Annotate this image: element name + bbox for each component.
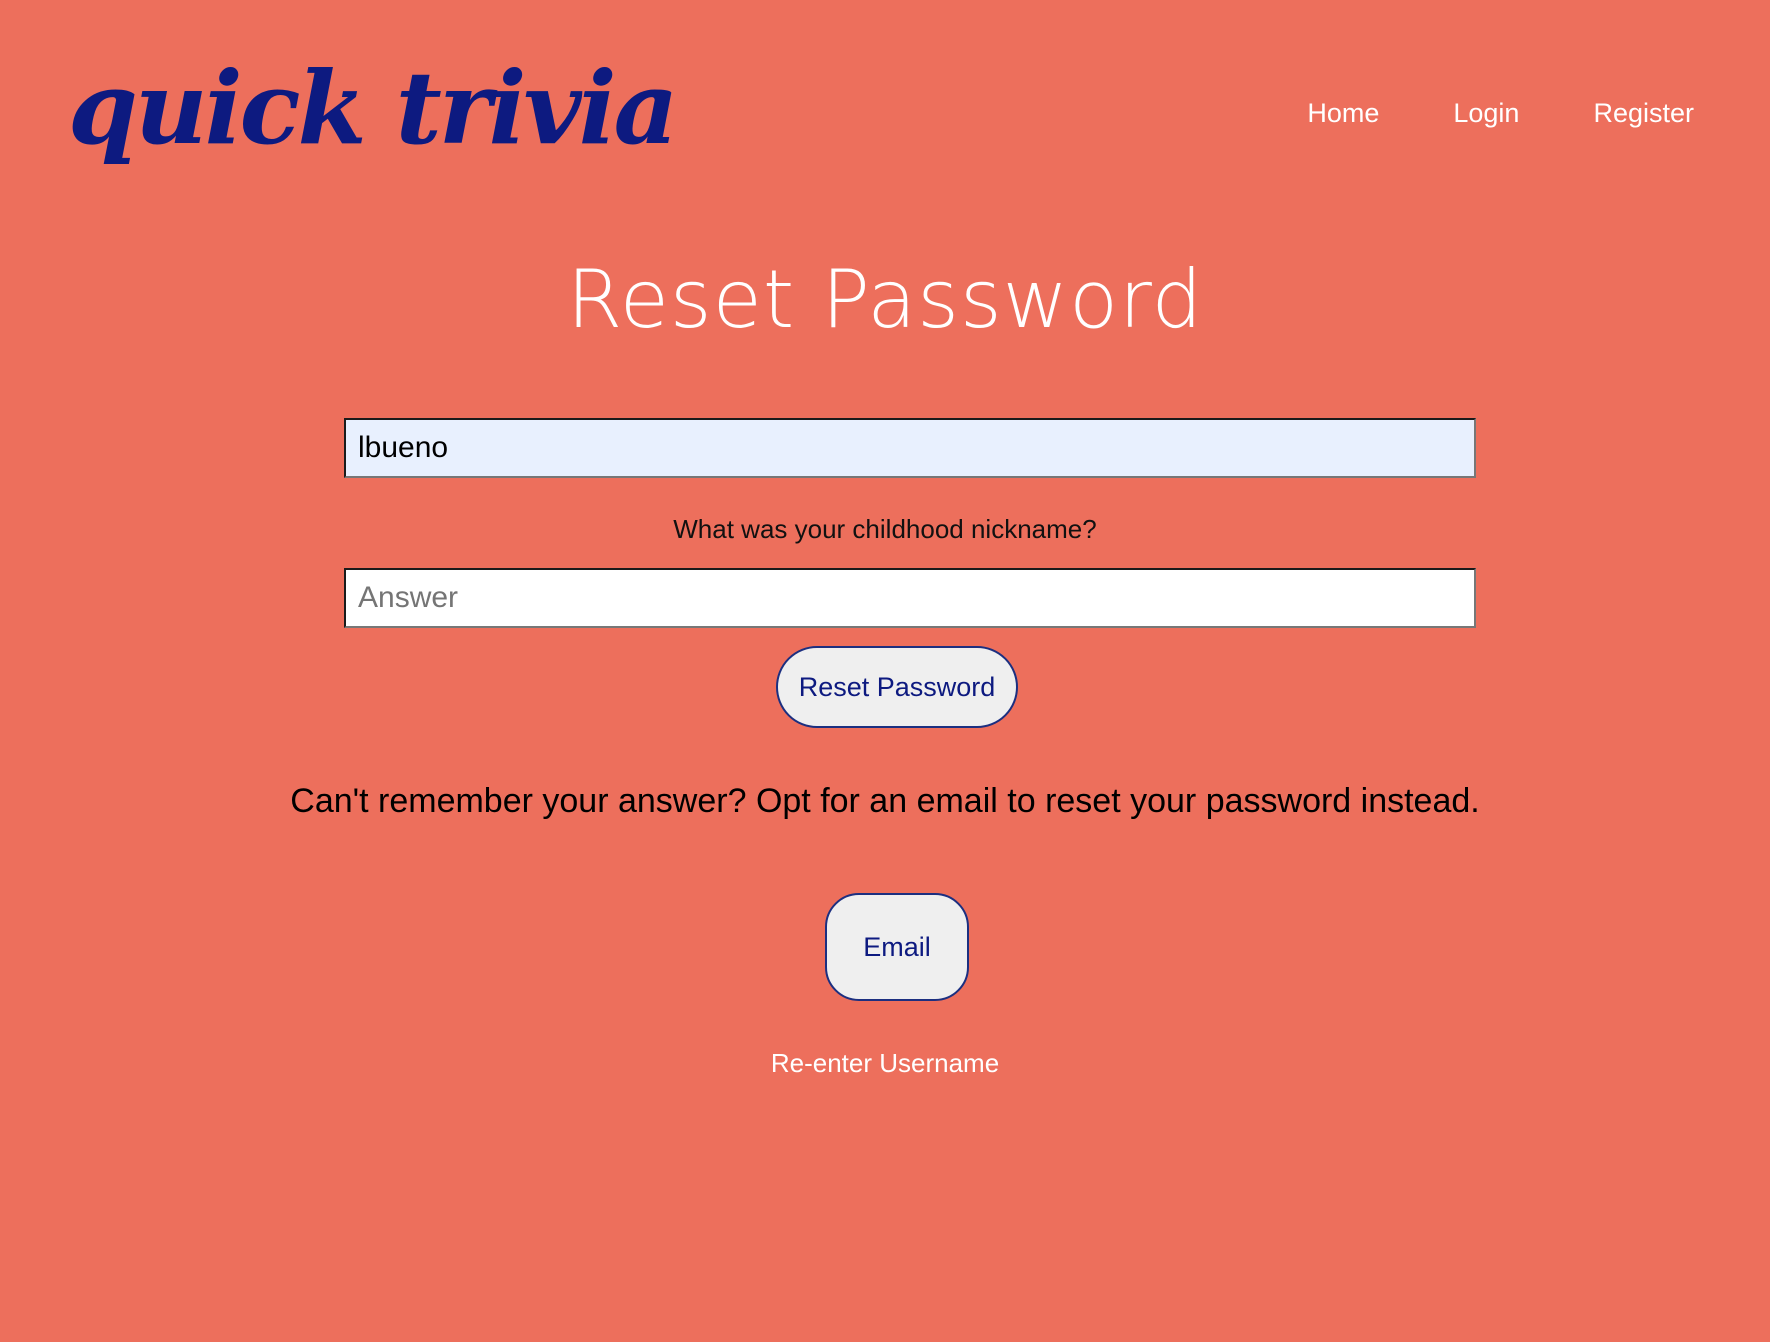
email-alternative-text: Can't remember your answer? Opt for an e… [290, 782, 1480, 820]
nav-link-home[interactable]: Home [1307, 98, 1379, 129]
username-input[interactable] [344, 418, 1476, 478]
nav-link-register[interactable]: Register [1593, 98, 1694, 129]
page-title: Reset Password [566, 253, 1204, 346]
reset-password-button[interactable]: Reset Password [776, 646, 1018, 728]
nav-link-login[interactable]: Login [1453, 98, 1519, 129]
top-nav: Home Login Register [1307, 98, 1694, 129]
reenter-username-link[interactable]: Re-enter Username [771, 1048, 999, 1078]
reenter-container: Re-enter Username [0, 1048, 1770, 1079]
email-button[interactable]: Email [825, 893, 969, 1001]
security-question-label: What was your childhood nickname? [673, 514, 1097, 544]
answer-input[interactable] [344, 568, 1476, 628]
site-logo[interactable]: quick trivia [68, 58, 678, 158]
